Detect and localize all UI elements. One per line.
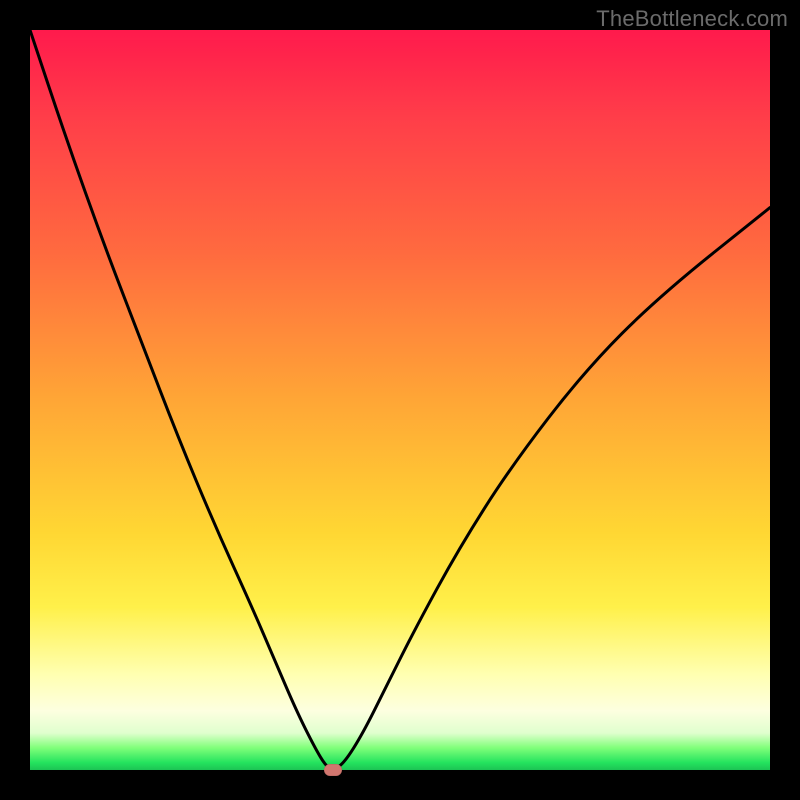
plot-area <box>30 30 770 770</box>
bottleneck-curve <box>30 30 770 770</box>
watermark-text: TheBottleneck.com <box>596 6 788 32</box>
chart-frame: TheBottleneck.com <box>0 0 800 800</box>
minimum-marker <box>324 764 342 776</box>
